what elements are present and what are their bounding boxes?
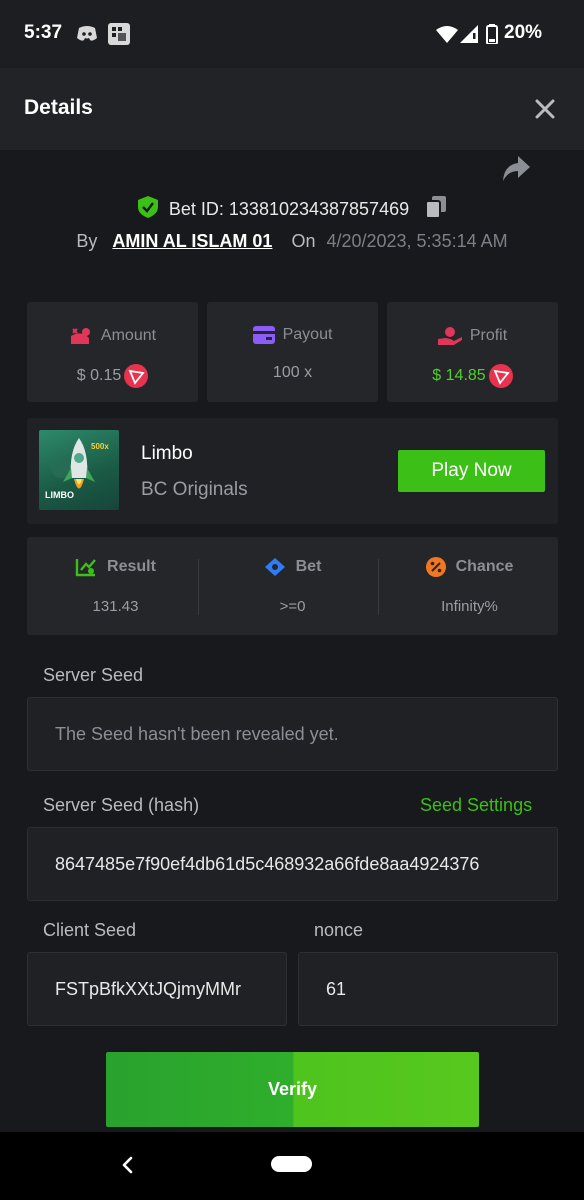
signal-icon xyxy=(460,25,478,48)
status-bar: 5:37 20% xyxy=(0,0,584,68)
limbo-thumbnail[interactable]: 500x LIMBO xyxy=(39,430,119,510)
bet-icon xyxy=(264,558,296,576)
discord-icon xyxy=(76,24,98,49)
nonce-label: nonce xyxy=(314,920,364,940)
bet-date: 4/20/2023, 5:35:14 AM xyxy=(326,231,508,251)
server-seed-hash-label: Server Seed (hash) xyxy=(43,795,200,815)
thumb-game-label: LIMBO xyxy=(45,490,74,500)
chance-column: Chance Infinity% xyxy=(381,537,558,635)
profit-icon xyxy=(437,327,470,345)
chance-label: Chance xyxy=(455,558,514,576)
divider xyxy=(198,559,199,615)
result-value: 131.43 xyxy=(92,598,139,615)
system-nav-bar xyxy=(0,1132,584,1200)
by-label: By xyxy=(76,231,98,251)
amount-label: Amount xyxy=(100,327,157,345)
payout-value: 100 x xyxy=(272,364,313,381)
page-title: Details xyxy=(24,96,93,119)
back-icon[interactable] xyxy=(116,1152,138,1178)
profit-label: Profit xyxy=(469,327,508,345)
game-provider: BC Originals xyxy=(141,479,248,500)
client-seed-field[interactable]: FSTpBfkXXtJQjmyMMr xyxy=(27,952,287,1026)
client-seed-label: Client Seed xyxy=(43,920,137,940)
amount-card: Amount $ 0.15 xyxy=(27,302,198,402)
divider xyxy=(378,559,379,615)
tron-coin-icon xyxy=(121,364,149,388)
profit-value: $ 14.85 xyxy=(432,367,486,385)
chance-value: Infinity% xyxy=(441,598,498,615)
chance-icon xyxy=(425,557,456,577)
copy-icon[interactable] xyxy=(425,196,447,222)
amount-value: $ 0.15 xyxy=(76,367,122,385)
game-name: Limbo xyxy=(141,443,193,464)
result-card: Result 131.43 Bet >=0 Chance Infinity% xyxy=(27,537,558,635)
tron-coin-icon xyxy=(486,364,513,388)
battery-icon xyxy=(486,24,498,49)
bet-id-row: Bet ID: 133810234387857469 xyxy=(0,196,584,222)
details-header: Details xyxy=(0,68,584,150)
result-icon xyxy=(75,558,107,577)
home-pill[interactable] xyxy=(271,1156,312,1172)
server-seed-label: Server Seed xyxy=(43,665,144,685)
battery-percent: 20% xyxy=(504,22,543,43)
profit-card: Profit $ 14.85 xyxy=(387,302,558,402)
play-now-button[interactable]: Play Now xyxy=(398,450,545,492)
payout-icon xyxy=(252,326,283,344)
bet-column: Bet >=0 xyxy=(204,537,381,635)
verify-button[interactable]: Verify xyxy=(106,1052,479,1127)
close-icon[interactable] xyxy=(532,96,558,122)
server-seed-field: The Seed hasn't been revealed yet. xyxy=(27,697,558,771)
share-icon[interactable] xyxy=(500,154,532,184)
result-column: Result 131.43 xyxy=(27,537,204,635)
app-grid-icon xyxy=(108,23,130,50)
bet-id: Bet ID: 133810234387857469 xyxy=(168,199,410,219)
wifi-icon xyxy=(436,25,458,48)
verified-shield-icon xyxy=(137,196,163,222)
on-label: On xyxy=(291,231,316,251)
payout-label: Payout xyxy=(282,326,333,344)
result-label: Result xyxy=(107,558,156,576)
server-seed-hash-field[interactable]: 8647485e7f90ef4db61d5c468932a66fde8aa492… xyxy=(27,827,558,901)
amount-icon xyxy=(69,327,101,344)
author-link[interactable]: AMIN AL ISLAM 01 xyxy=(112,231,272,251)
thumb-multiplier: 500x xyxy=(91,442,109,451)
status-time: 5:37 xyxy=(24,22,63,43)
payout-card: Payout 100 x xyxy=(207,302,378,402)
seed-settings-link[interactable]: Seed Settings xyxy=(420,795,532,816)
bet-author-row: By AMIN AL ISLAM 01 On 4/20/2023, 5:35:1… xyxy=(0,231,584,252)
nonce-field[interactable]: 61 xyxy=(298,952,558,1026)
bet-label: Bet xyxy=(295,558,322,576)
game-card: 500x LIMBO Limbo BC Originals Play Now xyxy=(27,418,558,524)
bet-value: >=0 xyxy=(279,598,306,615)
